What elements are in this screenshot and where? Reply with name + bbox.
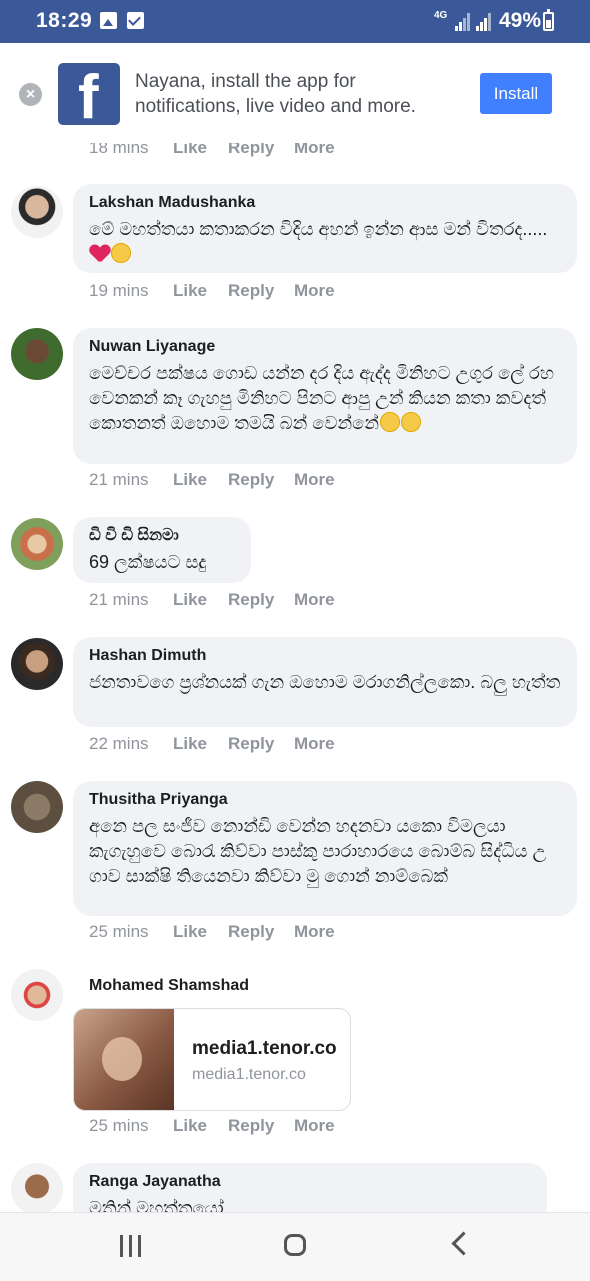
close-icon[interactable]: × [19,83,42,106]
tears-of-joy-emoji-icon [111,243,131,263]
check-notification-icon [127,12,144,29]
comment-bubble: Thusitha Priyanga අනෙ පල සංජීව නොන්ඩි වෙ… [73,781,577,916]
more-button[interactable]: More [294,734,335,754]
reply-button[interactable]: Reply [228,922,274,942]
red-heart-emoji-icon [90,245,110,263]
reply-button[interactable]: Reply [228,1116,274,1136]
link-title: media1.tenor.co [192,1038,337,1059]
comment-time: 22 mins [89,734,149,753]
install-button[interactable]: Install [480,73,552,114]
comment-text: මේ මහත්තයා කතාකරන විදිය අහන් ඉන්න ආස මන්… [89,219,548,239]
avatar[interactable] [11,186,63,238]
comment-text: මෙච්චර පක්ෂය ගොඩ යන්න දර දිය ඇද්ද මිනිහට… [89,363,555,433]
crying-face-emoji-icon [400,412,421,432]
like-button[interactable]: Like [173,281,207,301]
signal-icon [476,13,492,31]
comment-text: ජනතාවගෙ ප්‍රශ්නයක් ගැන ඔහොම මරාගනිල්ලකො.… [89,672,561,692]
comment-time: 19 mins [89,281,149,300]
link-domain: media1.tenor.co [192,1066,306,1083]
reply-button[interactable]: Reply [228,281,274,301]
comment-bubble: Hashan Dimuth ජනතාවගෙ ප්‍රශ්නයක් ගැන ඔහො… [73,637,577,727]
comment-author[interactable]: Thusitha Priyanga [89,790,561,810]
comments-feed: 18 mins Like Reply More Lakshan Madushan… [0,0,590,1212]
status-time: 18:29 [36,9,93,32]
comment-bubble: ඩි වි ඩි සිනමා 69 ලක්ෂයට සදු [73,517,251,583]
more-button[interactable]: More [294,922,335,942]
avatar[interactable] [11,638,63,690]
battery-percentage: 49% [499,9,542,32]
reply-button[interactable]: Reply [228,470,274,490]
banner-message: Nayana, install the app for notification… [135,71,416,117]
signal-icon [455,13,471,31]
comment-bubble: Nuwan Liyanage මෙච්චර පක්ෂය ගොඩ යන්න දර … [73,328,577,464]
battery-icon [543,9,554,31]
comment-text: 69 ලක්ෂයට සදු [89,552,207,572]
reply-button[interactable]: Reply [228,590,274,610]
facebook-logo-icon: f [58,63,120,125]
more-button[interactable]: More [294,470,335,490]
gif-thumbnail [74,1009,174,1110]
avatar[interactable] [11,518,63,570]
more-button[interactable]: More [294,590,335,610]
like-button[interactable]: Like [173,1116,207,1136]
back-icon[interactable] [451,1231,476,1256]
comment-author[interactable]: Nuwan Liyanage [89,337,561,357]
like-button[interactable]: Like [173,470,207,490]
avatar[interactable] [11,781,63,833]
like-button[interactable]: Like [173,734,207,754]
comment-author[interactable]: Mohamed Shamshad [89,977,249,995]
like-button[interactable]: Like [173,922,207,942]
android-nav-bar [0,1212,590,1281]
comment-time: 25 mins [89,922,149,941]
avatar[interactable] [11,969,63,1021]
comment-time: 21 mins [89,590,149,609]
reply-button[interactable]: Reply [228,734,274,754]
comment-bubble: Ranga Jayanatha මතින් මහත්තයෝ [73,1163,547,1212]
home-icon[interactable] [284,1234,306,1256]
comment-author[interactable]: ඩි වි ඩි සිනමා [89,526,235,546]
image-notification-icon [100,12,117,29]
network-type: 4G [434,10,448,21]
recent-apps-icon[interactable] [120,1235,142,1257]
comment-time: 25 mins [89,1116,149,1135]
comment-text: මතින් මහත්තයෝ [89,1198,224,1212]
avatar[interactable] [11,1163,63,1212]
more-button[interactable]: More [294,1116,335,1136]
comment-bubble: Lakshan Madushanka මේ මහත්තයා කතාකරන විද… [73,184,577,273]
comment-time: 21 mins [89,470,149,489]
smiling-face-emoji-icon [379,412,400,432]
like-button[interactable]: Like [173,590,207,610]
link-preview-card[interactable]: media1.tenor.co media1.tenor.co [73,1008,351,1111]
avatar[interactable] [11,328,63,380]
comment-author[interactable]: Hashan Dimuth [89,646,561,666]
comment-author[interactable]: Lakshan Madushanka [89,193,561,213]
comment-author[interactable]: Ranga Jayanatha [89,1172,531,1192]
status-bar: 18:29 4G 49% [0,0,590,43]
more-button[interactable]: More [294,281,335,301]
comment-text: අනෙ පල සංජීව නොන්ඩි වෙන්න හදනවා යකො විමල… [89,816,547,886]
